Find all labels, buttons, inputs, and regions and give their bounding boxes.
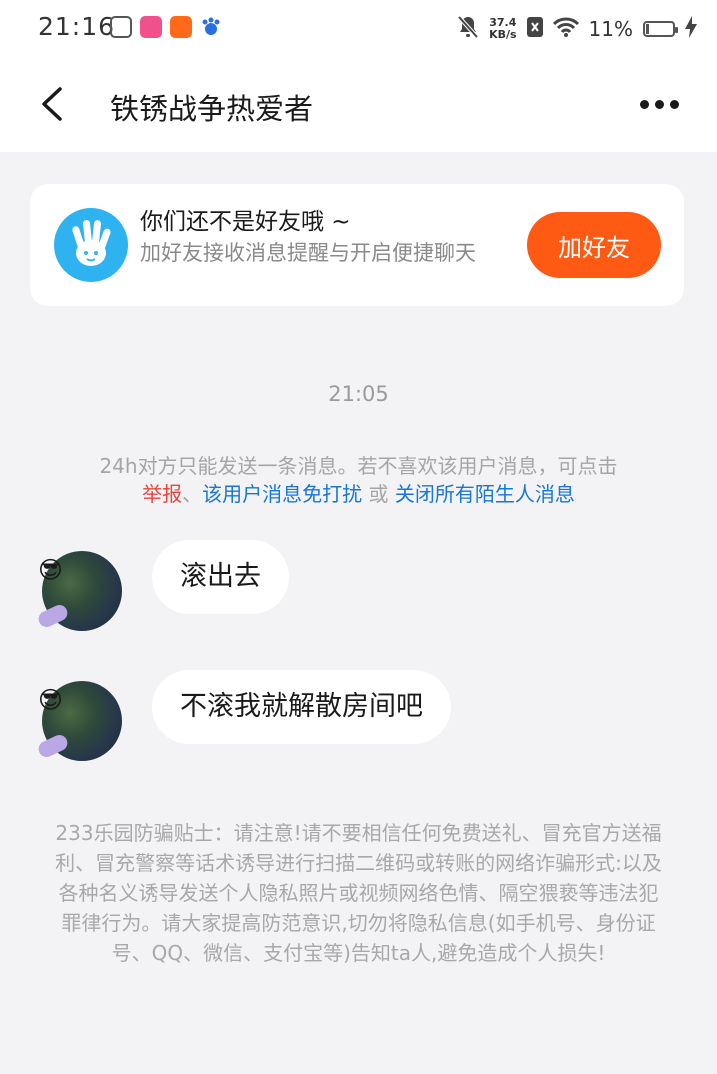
- back-button[interactable]: [28, 80, 76, 128]
- notice-separator: 、: [182, 482, 203, 506]
- battery-icon: [643, 21, 678, 37]
- stranger-message-notice: 24h对方只能发送一条消息。若不喜欢该用户消息，可点击举报、该用户消息免打扰 或…: [30, 452, 687, 508]
- message-bubble[interactable]: 滚出去: [152, 540, 289, 614]
- message-bubble[interactable]: 不滚我就解散房间吧: [152, 670, 451, 744]
- message-timestamp: 21:05: [328, 382, 389, 406]
- add-friend-button[interactable]: 加好友: [527, 212, 661, 278]
- sim-icon: [526, 17, 543, 41]
- anti-fraud-tip: 233乐园防骗贴士：请注意!请不要相信任何免费送礼、冒充官方送福利、冒充警察等话…: [55, 821, 662, 965]
- add-friend-card: 你们还不是好友哦 ~ 加好友接收消息提醒与开启便捷聊天 加好友: [30, 184, 684, 306]
- status-time: 21:16: [38, 12, 116, 41]
- network-speed: 37.4 KB/s: [489, 16, 517, 41]
- mute-icon: [457, 15, 479, 43]
- app-notification-icon: [140, 16, 162, 38]
- mute-user-link[interactable]: 该用户消息免打扰: [202, 482, 362, 506]
- more-dot-icon: [639, 99, 649, 109]
- app-notification-icon: [110, 16, 132, 38]
- more-dot-icon: [669, 99, 679, 109]
- notice-text: 24h对方只能发送一条消息。若不喜欢该用户消息，可点击: [99, 454, 618, 478]
- more-dot-icon: [654, 99, 664, 109]
- friend-card-subtitle: 加好友接收消息提醒与开启便捷聊天: [140, 241, 476, 265]
- close-stranger-messages-link[interactable]: 关闭所有陌生人消息: [395, 482, 575, 506]
- more-options-button[interactable]: [623, 82, 695, 126]
- battery-percent: 11%: [588, 17, 633, 41]
- app-notification-icon: [170, 16, 192, 38]
- status-bar: 21:16 37.4 KB/s 11%: [0, 0, 717, 58]
- report-link[interactable]: 举报: [142, 482, 182, 506]
- chevron-left-icon: [42, 87, 62, 121]
- sunglasses-emoji-icon: 😎: [38, 556, 64, 584]
- hand-wave-icon: [54, 208, 128, 282]
- sunglasses-emoji-icon: 😎: [38, 686, 64, 714]
- notice-or-text: 或: [362, 482, 395, 506]
- chat-header: 铁锈战争热爱者: [0, 58, 717, 152]
- page-title: 铁锈战争热爱者: [110, 92, 314, 126]
- charging-icon: [685, 16, 697, 42]
- wifi-icon: [552, 17, 579, 41]
- app-notification-icon: [200, 16, 222, 38]
- friend-card-title: 你们还不是好友哦 ~: [140, 209, 351, 235]
